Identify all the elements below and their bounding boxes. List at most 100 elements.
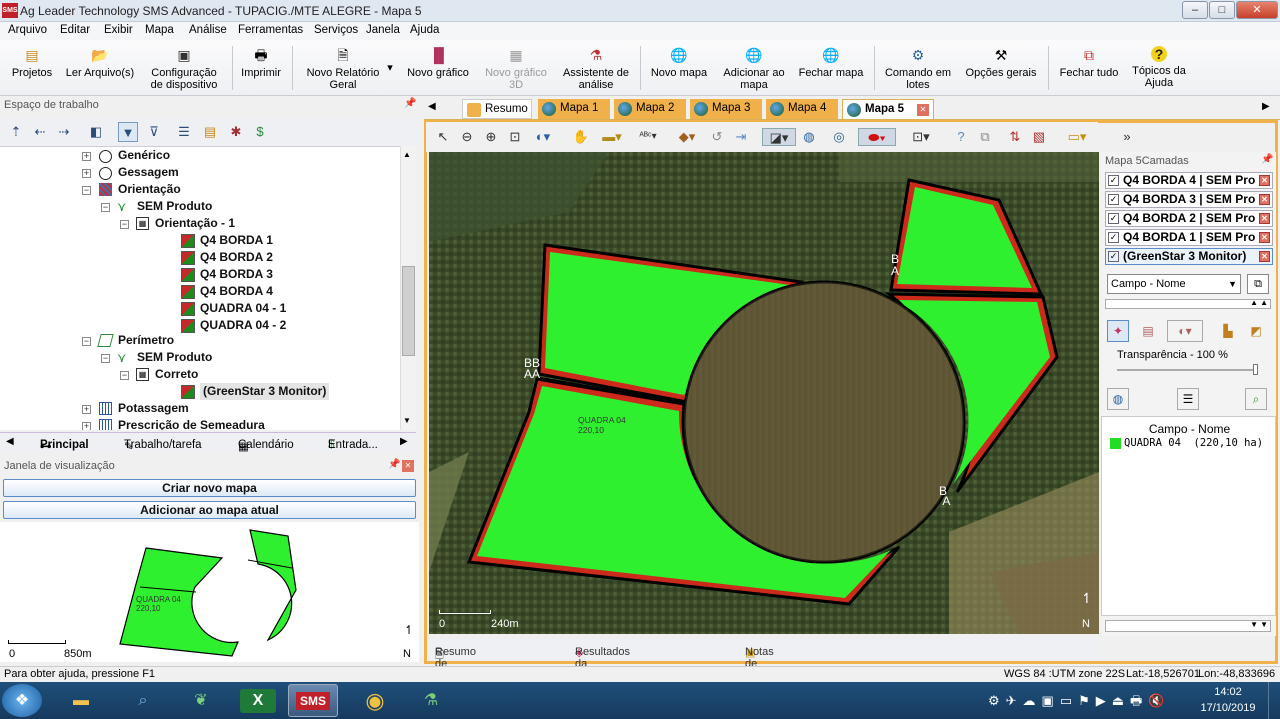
scroll-down-icon[interactable]: ▼	[403, 416, 411, 425]
layer-remove-icon[interactable]: ✕	[1259, 251, 1270, 262]
tree-item-q4-borda-3[interactable]: Q4 BORDA 3	[200, 266, 273, 283]
tree-item-correto[interactable]: Correto	[155, 366, 198, 383]
tab-scroll-left-icon[interactable]: ◀	[6, 436, 14, 447]
tree-item-q4-borda-2[interactable]: Q4 BORDA 2	[200, 249, 273, 266]
novo-relatorio-button[interactable]: 🗎 Novo Relatório Geral	[300, 44, 386, 91]
menu-exibir[interactable]: Exibir	[104, 24, 133, 36]
record-icon[interactable]: ⬬▾	[858, 128, 896, 146]
tree-move-icon[interactable]: ⇠	[30, 122, 50, 142]
start-button-icon[interactable]: ❖	[2, 684, 42, 717]
expand-icon[interactable]: +	[82, 422, 91, 430]
sms-taskbar-icon[interactable]: SMS	[288, 684, 338, 717]
globe-settings-icon[interactable]: ◎	[830, 128, 848, 146]
fechar-mapa-button[interactable]: 🌐 Fechar mapa	[796, 44, 866, 79]
color-ramp-icon[interactable]: ◩	[1245, 320, 1267, 342]
layer-properties-icon[interactable]: ◍	[1107, 388, 1129, 410]
menu-mapa[interactable]: Mapa	[145, 24, 174, 36]
agri-app-icon[interactable]: ❦	[176, 684, 226, 717]
layer-q4-borda-4[interactable]: ✓ Q4 BORDA 4 | SEM Pro ✕	[1105, 172, 1273, 189]
forward-icon[interactable]: ⇥	[732, 128, 750, 146]
tab-scroll-right-icon[interactable]: ▶	[400, 436, 408, 447]
pin-icon[interactable]: 📌	[1261, 154, 1273, 165]
tree-scrollbar[interactable]: ▲ ▼	[400, 146, 416, 430]
layer-greenstar[interactable]: ✓ (GreenStar 3 Monitor) ✕	[1105, 248, 1273, 265]
expand-icon[interactable]: +	[82, 169, 91, 178]
layer-checkbox[interactable]: ✓	[1108, 232, 1119, 243]
filter-clear-icon[interactable]: ⊽	[144, 122, 164, 142]
tree-item-orientacao-1[interactable]: Orientação - 1	[155, 215, 235, 232]
layer-checkbox[interactable]: ✓	[1108, 251, 1119, 262]
tree-item-greenstar[interactable]: (GreenStar 3 Monitor)	[200, 383, 330, 400]
layer-remove-icon[interactable]: ✕	[1259, 194, 1270, 205]
criar-novo-mapa-button[interactable]: Criar novo mapa	[3, 479, 416, 497]
tab-mapa-5[interactable]: Mapa 5 ✕	[842, 99, 934, 119]
chrome-icon[interactable]: ◉	[350, 684, 400, 717]
sidebar-toggle-icon[interactable]: ◧	[86, 122, 106, 142]
zoom-in-icon[interactable]: ⊕	[482, 128, 500, 146]
projetos-button[interactable]: ▤ Projetos	[4, 44, 60, 79]
scroll-up-icon[interactable]: ▲	[403, 150, 411, 159]
label-icon[interactable]: ᴬᴮᶜ▾	[634, 128, 662, 146]
novo-grafico-3d-button[interactable]: ▦ Novo gráfico 3D	[480, 44, 552, 91]
zoom-dropdown-icon[interactable]: ◐▾	[530, 128, 556, 146]
copy-icon[interactable]: ⧉	[976, 128, 994, 146]
adicionar-mapa-button[interactable]: 🌐 Adicionar ao mapa	[718, 44, 790, 91]
layer-checkbox[interactable]: ✓	[1108, 175, 1119, 186]
tree-item-q4-borda-4[interactable]: Q4 BORDA 4	[200, 283, 273, 300]
comando-lotes-button[interactable]: ⚙ Comando em lotes	[880, 44, 956, 91]
tab-mapa-3[interactable]: Mapa 3	[690, 99, 762, 119]
legend-style-icon[interactable]: ✦	[1107, 320, 1129, 342]
scroll-down-icon[interactable]: ▼	[1260, 620, 1268, 629]
panel-scrollbar[interactable]: ▲ ▲	[1105, 298, 1271, 309]
attribute-select[interactable]: Campo - Nome ▼	[1107, 274, 1241, 294]
tray-icons[interactable]: ⚙✈☁▣▭⚑▶⏏🖶🔇	[988, 692, 1171, 714]
layer-checkbox[interactable]: ✓	[1108, 213, 1119, 224]
show-desktop-button[interactable]	[1268, 682, 1280, 719]
collapse-icon[interactable]: −	[82, 337, 91, 346]
tabs-right-icon[interactable]: ▶	[1262, 101, 1270, 112]
fechar-tudo-button[interactable]: ⧉ Fechar tudo	[1054, 44, 1124, 79]
legend-list-icon[interactable]: ☰	[1177, 388, 1199, 410]
tab-close-icon[interactable]: ✕	[917, 104, 929, 116]
adicionar-mapa-atual-button[interactable]: Adicionar ao mapa atual	[3, 501, 416, 519]
tree-item-sem-produto-2[interactable]: SEM Produto	[137, 349, 212, 366]
layer-q4-borda-3[interactable]: ✓ Q4 BORDA 3 | SEM Pro ✕	[1105, 191, 1273, 208]
globe-tool-icon[interactable]: ◍	[800, 128, 818, 146]
palette-dropdown-icon[interactable]: ◐▾	[1167, 320, 1203, 342]
minimize-button[interactable]: –	[1182, 1, 1208, 19]
swap-icon[interactable]: ⇅	[1006, 128, 1024, 146]
menu-editar[interactable]: Editar	[60, 24, 90, 36]
pin-icon[interactable]: 📌	[404, 98, 416, 109]
menu-servicos[interactable]: Serviços	[314, 24, 358, 36]
pan-hand-icon[interactable]: ✋	[572, 128, 590, 146]
tabs-left-icon[interactable]: ◀	[428, 101, 436, 112]
tab-mapa-2[interactable]: Mapa 2	[614, 99, 686, 119]
overflow-icon[interactable]: »	[1120, 128, 1134, 146]
ler-arquivos-button[interactable]: 📂 Ler Arquivo(s)	[64, 44, 136, 79]
novo-grafico-button[interactable]: ▐▌ Novo gráfico	[402, 44, 474, 79]
undo-icon[interactable]: ↺	[708, 128, 726, 146]
tab-mapa-1[interactable]: Mapa 1	[538, 99, 610, 119]
map-canvas[interactable]: QUADRA 04 220,10 BB AA BA B A 0 240m ↿ N	[429, 152, 1099, 634]
collapse-icon[interactable]: −	[101, 203, 110, 212]
novo-mapa-button[interactable]: 🌐 Novo mapa	[646, 44, 712, 79]
menu-arquivo[interactable]: Arquivo	[8, 24, 47, 36]
tree-item-q4-borda-1[interactable]: Q4 BORDA 1	[200, 232, 273, 249]
tree-item-perimetro[interactable]: Perímetro	[118, 332, 174, 349]
layer-remove-icon[interactable]: ✕	[1259, 213, 1270, 224]
pointer-icon[interactable]: ↖	[434, 128, 452, 146]
expand-icon[interactable]: +	[82, 405, 91, 414]
list-icon[interactable]: ☰	[174, 122, 194, 142]
plant-app-icon[interactable]: ⚗	[406, 684, 456, 717]
zoom-extent-icon[interactable]: ⊡	[506, 128, 524, 146]
pin-icon[interactable]: 📌	[388, 459, 400, 470]
layer-checkbox[interactable]: ✓	[1108, 194, 1119, 205]
tree-item-quadra-04-2[interactable]: QUADRA 04 - 2	[200, 317, 286, 334]
layer-remove-icon[interactable]: ✕	[1259, 232, 1270, 243]
tree-item-generico[interactable]: Genérico	[118, 147, 170, 164]
imprimir-button[interactable]: 🖶 Imprimir	[238, 44, 284, 79]
layer-options-icon[interactable]: ⧉	[1247, 274, 1269, 294]
tab-mapa-4[interactable]: Mapa 4	[766, 99, 838, 119]
close-button[interactable]: ✕	[1236, 1, 1278, 19]
transparency-handle[interactable]	[1253, 364, 1258, 375]
